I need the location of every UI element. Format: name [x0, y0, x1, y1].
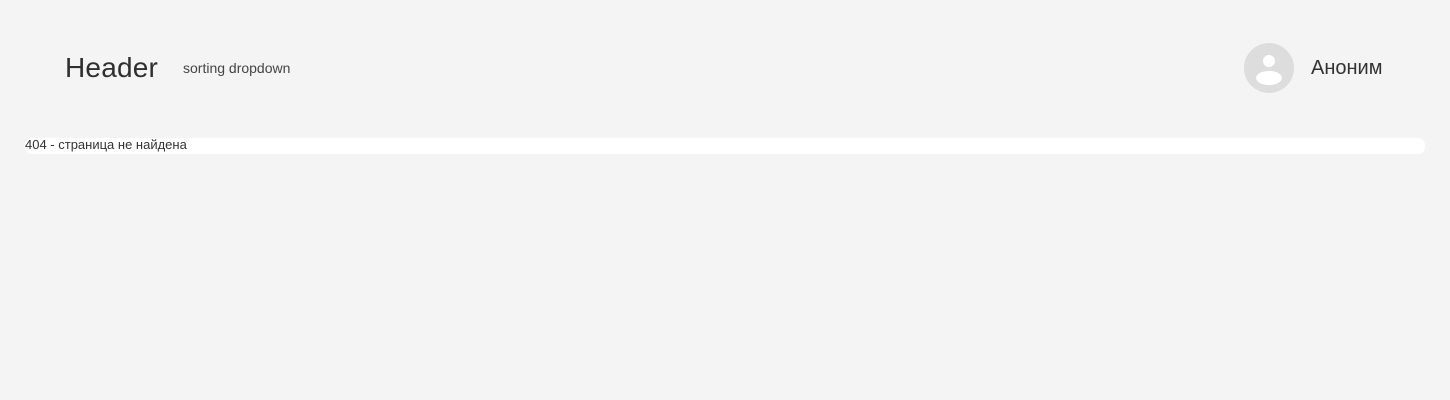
- header-title: Header: [65, 52, 159, 83]
- sorting-dropdown[interactable]: sorting dropdown: [183, 59, 290, 77]
- content-panel: 404 - страница не найдена: [25, 137, 1425, 154]
- user-avatar-icon[interactable]: [1244, 43, 1294, 93]
- user-name: Аноним: [1311, 57, 1383, 79]
- not-found-message: 404 - страница не найдена: [25, 137, 187, 152]
- app-header: Header sorting dropdown Аноним: [0, 0, 1450, 136]
- user-menu[interactable]: Аноним: [1244, 43, 1382, 93]
